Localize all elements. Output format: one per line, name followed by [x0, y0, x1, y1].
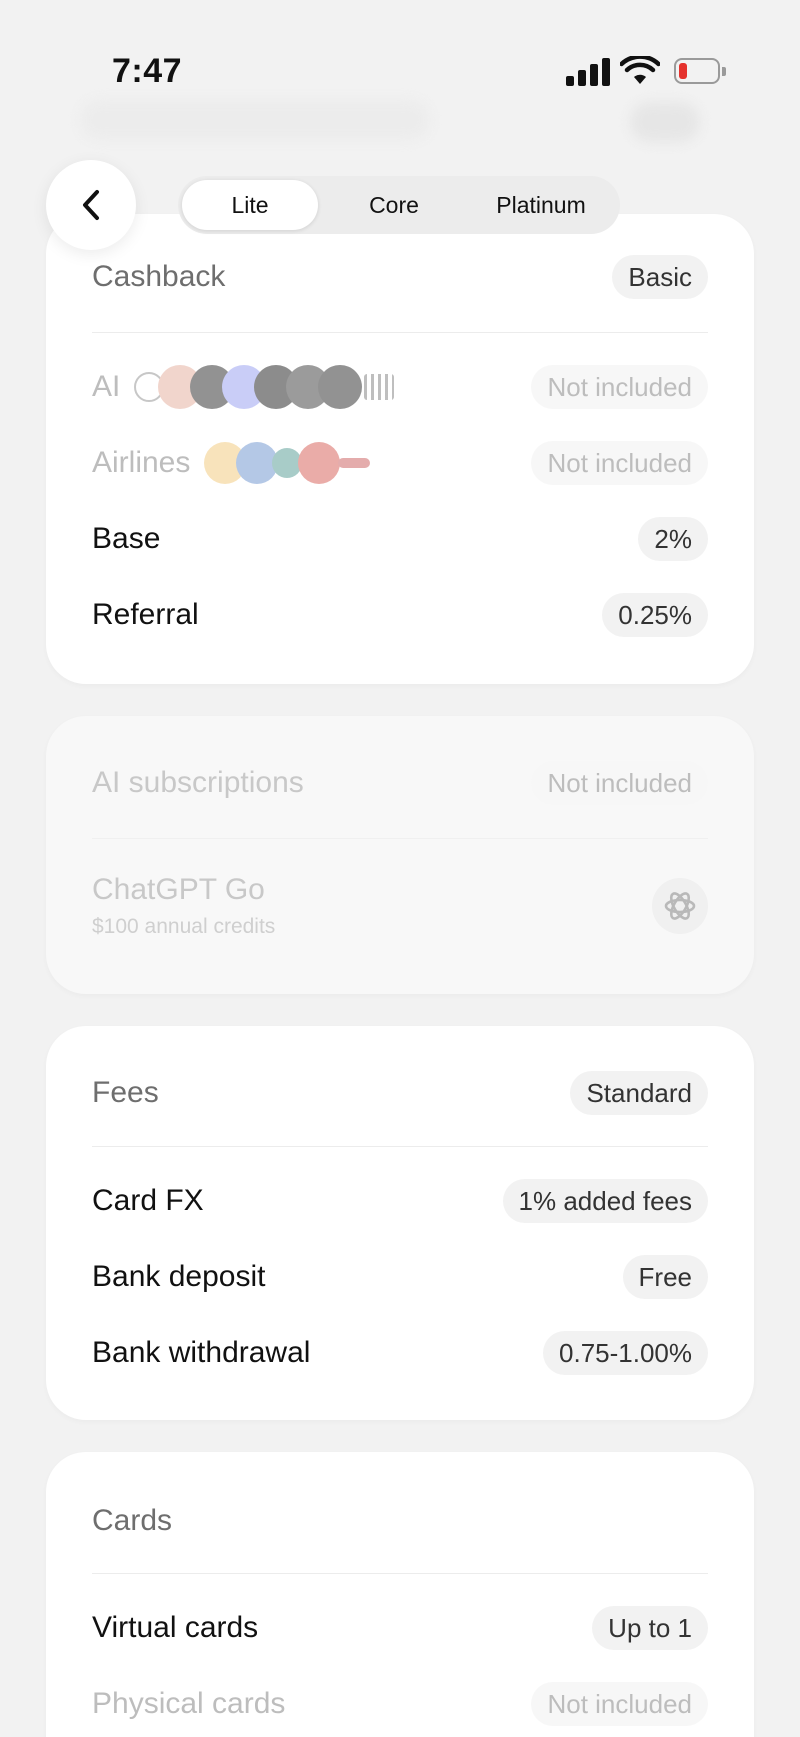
chatgpt-go-item: ChatGPT Go $100 annual credits: [92, 866, 708, 946]
cashback-row-value: 2%: [638, 517, 708, 561]
cashback-header: Cashback Basic: [92, 252, 708, 302]
cashback-row-value: Not included: [531, 441, 708, 485]
british-airways-logo-icon: [338, 458, 371, 468]
cards-row-label: Virtual cards: [92, 1611, 259, 1644]
cashback-card: Cashback Basic AI Not included Airlines: [46, 214, 754, 684]
cards-card: Cards Virtual cards Up to 1 Physical car…: [46, 1452, 754, 1737]
cashback-row-label: Airlines: [92, 446, 191, 479]
cashback-title: Cashback: [92, 260, 226, 293]
signal-icon: [566, 58, 610, 86]
fees-row-bank-withdrawal: Bank withdrawal 0.75-1.00%: [92, 1328, 708, 1378]
fees-row-bank-deposit: Bank deposit Free: [92, 1252, 708, 1302]
fees-row-value: Free: [622, 1255, 708, 1299]
cards-row-label: Physical cards: [92, 1687, 286, 1720]
chatgpt-go-title: ChatGPT Go: [92, 873, 265, 906]
tab-lite[interactable]: Lite: [182, 180, 318, 230]
cashback-row-ai: AI Not included: [92, 362, 708, 412]
chatgpt-go-subtitle: $100 annual credits: [92, 915, 276, 938]
ai-subscriptions-header: AI subscriptions Not included: [92, 758, 708, 808]
blurred-header: [80, 100, 430, 140]
wifi-icon: [620, 56, 660, 84]
cards-title: Cards: [92, 1504, 173, 1537]
elevenlabs-logo-icon: [364, 374, 395, 400]
ai-subscriptions-value: Not included: [531, 761, 708, 805]
ai-subscriptions-title: AI subscriptions: [92, 766, 304, 799]
cashback-row-label: Referral: [92, 598, 199, 631]
divider: [92, 838, 708, 839]
cashback-row-label: Base: [92, 522, 161, 555]
fees-row-value: 0.75-1.00%: [543, 1331, 708, 1375]
fees-row-label: Bank withdrawal: [92, 1336, 311, 1369]
cashback-row-value: Not included: [531, 365, 708, 409]
status-bar: 7:47: [0, 0, 800, 110]
back-button[interactable]: [46, 160, 136, 250]
fees-header: Fees Standard: [92, 1068, 708, 1118]
divider: [92, 1146, 708, 1147]
emirates-logo-icon: [298, 442, 341, 484]
blurred-header-action: [630, 102, 700, 142]
cashback-row-airlines: Airlines Not included: [92, 438, 708, 488]
cashback-row-value: 0.25%: [602, 593, 708, 637]
cards-row-virtual: Virtual cards Up to 1: [92, 1603, 708, 1653]
openai-icon: [652, 878, 708, 934]
cashback-row-referral: Referral 0.25%: [92, 590, 708, 640]
status-time: 7:47: [112, 52, 183, 90]
cards-row-value: Not included: [531, 1682, 708, 1726]
battery-icon: [674, 58, 726, 84]
fees-card: Fees Standard Card FX 1% added fees Bank…: [46, 1026, 754, 1420]
fees-title: Fees: [92, 1076, 159, 1109]
back-chevron-icon: [83, 190, 99, 220]
airline-logos: [204, 442, 371, 484]
fees-row-card-fx: Card FX 1% added fees: [92, 1176, 708, 1226]
cashback-badge: Basic: [612, 255, 708, 299]
ai-provider-logos: [134, 365, 395, 409]
cards-row-physical: Physical cards Not included: [92, 1679, 708, 1729]
fees-row-label: Bank deposit: [92, 1260, 266, 1293]
cards-row-value: Up to 1: [592, 1606, 708, 1650]
divider: [92, 1573, 708, 1574]
ai-subscriptions-card: AI subscriptions Not included ChatGPT Go…: [46, 716, 754, 994]
tab-platinum[interactable]: Platinum: [466, 180, 616, 230]
cashback-row-label: AI: [92, 370, 121, 403]
fees-row-label: Card FX: [92, 1184, 204, 1217]
fees-row-value: 1% added fees: [502, 1179, 708, 1223]
cashback-row-base: Base 2%: [92, 514, 708, 564]
tab-core[interactable]: Core: [326, 180, 462, 230]
divider: [92, 332, 708, 333]
cards-header: Cards: [92, 1496, 708, 1546]
lovable-logo-icon: [318, 365, 363, 409]
plan-segmented-control: Lite Core Platinum: [178, 176, 620, 234]
fees-badge: Standard: [570, 1071, 708, 1115]
